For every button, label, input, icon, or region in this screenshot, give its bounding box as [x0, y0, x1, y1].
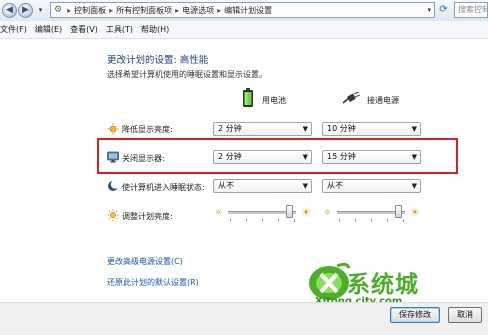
- bright-sun-icon: ☀: [410, 206, 420, 219]
- sleep-moon-icon: [108, 180, 119, 191]
- slider-tick: [403, 219, 404, 222]
- sleep-battery-select[interactable]: 从不 ▼: [213, 179, 312, 193]
- breadcrumb-separator: ▸: [217, 5, 222, 15]
- slider-tick: [371, 219, 372, 222]
- plugged-brightness-slider[interactable]: [337, 204, 407, 224]
- cancel-button[interactable]: 取消: [448, 307, 482, 323]
- brightness-sun-icon: [107, 209, 119, 221]
- dim-sun-icon: ☼: [324, 208, 332, 217]
- menu-bar: 文件(F) 编辑(E) 查看(V) 工具(T) 帮助(H): [0, 21, 488, 39]
- chevron-down-icon: ▼: [411, 153, 417, 161]
- bright-sun-icon: ☀: [301, 206, 311, 219]
- select-value: 从不: [327, 181, 343, 190]
- chevron-down-icon: ▼: [411, 182, 417, 190]
- menu-file[interactable]: 文件(F): [0, 24, 27, 35]
- chevron-down-icon: ▼: [302, 153, 308, 161]
- breadcrumb-separator: ▸: [175, 5, 180, 15]
- advanced-settings-link[interactable]: 更改高级电源设置(C): [107, 256, 183, 267]
- control-panel-icon: ⚙: [54, 5, 63, 15]
- breadcrumb-control-panel[interactable]: 控制面板: [74, 5, 106, 16]
- restore-defaults-link[interactable]: 还原此计划的默认设置(R): [107, 277, 199, 288]
- battery-icon: [243, 88, 253, 107]
- slider-tick: [246, 219, 247, 222]
- menu-edit[interactable]: 编辑(E): [35, 24, 62, 35]
- page-subtitle: 选择希望计算机使用的睡眠设置和显示设置。: [107, 70, 267, 79]
- select-value: 10 分钟: [327, 124, 356, 133]
- dim-display-icon: [107, 123, 119, 135]
- menu-view[interactable]: 查看(V): [70, 24, 98, 35]
- search-input[interactable]: 搜索控制面板: [454, 2, 488, 18]
- breadcrumb-all-items[interactable]: 所有控制面板项: [116, 5, 172, 16]
- dim-sun-icon: ☼: [215, 208, 223, 217]
- slider-tick: [387, 219, 388, 222]
- sleep-label: 使计算机进入睡眠状态:: [122, 183, 205, 192]
- slider-tick: [262, 219, 263, 222]
- slider-thumb[interactable]: [395, 205, 402, 218]
- plugged-column-label: 接通电源: [367, 96, 399, 105]
- breadcrumb-edit-plan[interactable]: 编辑计划设置: [224, 5, 272, 16]
- address-box[interactable]: ⚙ ▸ 控制面板 ▸ 所有控制面板项 ▸ 电源选项 ▸ 编辑计划设置 ▾: [50, 2, 435, 18]
- page-title: 更改计划的设置: 高性能: [107, 55, 209, 66]
- brightness-label: 调整计划亮度:: [122, 212, 173, 221]
- recent-pages-dropdown[interactable]: ▾: [34, 3, 47, 17]
- save-button[interactable]: 保存修改: [390, 307, 440, 323]
- monitor-off-icon: [107, 151, 119, 163]
- slider-tick: [230, 219, 231, 222]
- dim-display-label: 降低显示亮度:: [122, 125, 173, 134]
- select-value: 2 分钟: [218, 124, 242, 133]
- menu-tools[interactable]: 工具(T): [106, 24, 133, 35]
- address-bar: ◀ ▶ ▾ ⚙ ▸ 控制面板 ▸ 所有控制面板项 ▸ 电源选项 ▸ 编辑计划设置…: [0, 0, 488, 22]
- slider-tick: [355, 219, 356, 222]
- menu-help[interactable]: 帮助(H): [141, 24, 169, 35]
- chevron-down-icon: ▼: [411, 125, 417, 133]
- select-value: 从不: [218, 181, 234, 190]
- dim-display-battery-select[interactable]: 2 分钟 ▼: [213, 122, 312, 136]
- turn-off-display-battery-select[interactable]: 2 分钟 ▼: [213, 150, 312, 164]
- address-dropdown-icon[interactable]: ▾: [427, 6, 431, 14]
- select-value: 2 分钟: [218, 152, 242, 161]
- slider-thumb[interactable]: [286, 205, 293, 218]
- slider-tick: [294, 219, 295, 222]
- breadcrumb-separator: ▸: [67, 5, 72, 15]
- select-value: 15 分钟: [327, 152, 356, 161]
- battery-brightness-slider[interactable]: [228, 204, 298, 224]
- slider-tick: [278, 219, 279, 222]
- breadcrumb-power-options[interactable]: 电源选项: [182, 5, 214, 16]
- back-button[interactable]: ◀: [2, 3, 17, 18]
- sleep-plugged-select[interactable]: 从不 ▼: [322, 179, 421, 193]
- dim-display-plugged-select[interactable]: 10 分钟 ▼: [322, 122, 421, 136]
- chevron-down-icon: ▼: [302, 182, 308, 190]
- battery-column-label: 用电池: [262, 96, 286, 105]
- refresh-icon[interactable]: ⟳: [437, 3, 450, 17]
- watermark: 系统城 Xitong city.com: [307, 262, 447, 307]
- chevron-down-icon: ▼: [302, 125, 308, 133]
- turn-off-display-plugged-select[interactable]: 15 分钟 ▼: [322, 150, 421, 164]
- watermark-cn-text: 系统城: [347, 272, 419, 298]
- turn-off-display-label: 关闭显示器:: [122, 154, 165, 163]
- plug-icon: [342, 92, 361, 104]
- forward-button[interactable]: ▶: [18, 3, 33, 18]
- slider-tick: [339, 219, 340, 222]
- breadcrumb-separator: ▸: [109, 5, 114, 15]
